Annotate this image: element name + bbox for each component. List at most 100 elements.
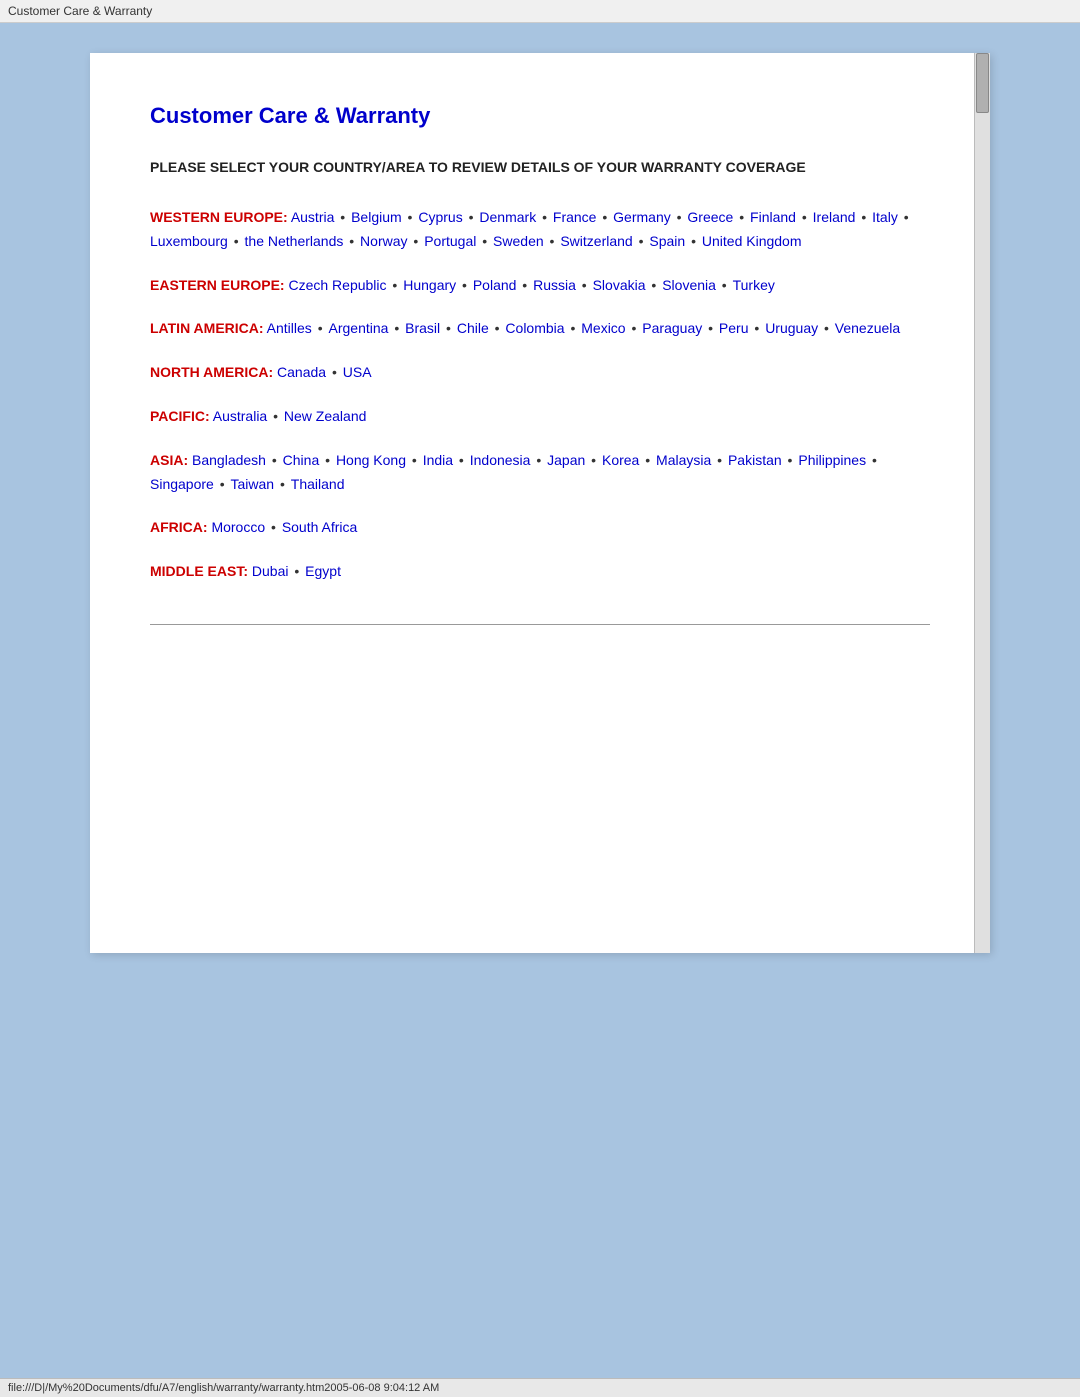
region-africa: AFRICA: Morocco • South Africa — [150, 516, 930, 540]
bullet: • — [648, 277, 661, 293]
country-link-taiwan[interactable]: Taiwan — [231, 476, 275, 492]
country-link-finland[interactable]: Finland — [750, 209, 796, 225]
country-link-uruguay[interactable]: Uruguay — [765, 320, 818, 336]
country-link-south-africa[interactable]: South Africa — [282, 519, 358, 535]
country-link-denmark[interactable]: Denmark — [479, 209, 536, 225]
instruction-text: PLEASE SELECT YOUR COUNTRY/AREA TO REVIE… — [150, 157, 930, 178]
country-link-new-zealand[interactable]: New Zealand — [284, 408, 367, 424]
country-link-brasil[interactable]: Brasil — [405, 320, 440, 336]
bullet: • — [389, 277, 402, 293]
bullet: • — [321, 452, 334, 468]
country-link-thailand[interactable]: Thailand — [291, 476, 345, 492]
bullet: • — [751, 320, 764, 336]
country-link-united-kingdom[interactable]: United Kingdom — [702, 233, 802, 249]
bullet: • — [268, 452, 281, 468]
title-bar-text: Customer Care & Warranty — [8, 4, 152, 18]
country-link-hungary[interactable]: Hungary — [403, 277, 456, 293]
region-middle-east: MIDDLE EAST: Dubai • Egypt — [150, 560, 930, 584]
country-link-usa[interactable]: USA — [343, 364, 372, 380]
bullet: • — [314, 320, 327, 336]
bullet: • — [628, 320, 641, 336]
country-link-india[interactable]: India — [423, 452, 453, 468]
country-link-greece[interactable]: Greece — [687, 209, 733, 225]
country-link-turkey[interactable]: Turkey — [733, 277, 775, 293]
country-link-morocco[interactable]: Morocco — [211, 519, 265, 535]
region-label-asia: ASIA: — [150, 452, 188, 468]
country-link-portugal[interactable]: Portugal — [424, 233, 476, 249]
bullet: • — [546, 233, 559, 249]
country-link-pakistan[interactable]: Pakistan — [728, 452, 782, 468]
country-link-sweden[interactable]: Sweden — [493, 233, 544, 249]
country-link-peru[interactable]: Peru — [719, 320, 749, 336]
scrollbar-thumb[interactable] — [976, 53, 989, 113]
country-link-poland[interactable]: Poland — [473, 277, 517, 293]
country-link-cyprus[interactable]: Cyprus — [418, 209, 462, 225]
bullet: • — [567, 320, 580, 336]
region-north-america: NORTH AMERICA: Canada • USA — [150, 361, 930, 385]
country-link-slovenia[interactable]: Slovenia — [662, 277, 716, 293]
country-link-malaysia[interactable]: Malaysia — [656, 452, 711, 468]
bullet: • — [641, 452, 654, 468]
scrollbar[interactable] — [974, 53, 990, 953]
country-link-switzerland[interactable]: Switzerland — [560, 233, 632, 249]
country-link-egypt[interactable]: Egypt — [305, 563, 341, 579]
country-link-korea[interactable]: Korea — [602, 452, 639, 468]
country-link-austria[interactable]: Austria — [291, 209, 335, 225]
country-link-germany[interactable]: Germany — [613, 209, 671, 225]
bullet: • — [336, 209, 349, 225]
country-link-the-netherlands[interactable]: the Netherlands — [245, 233, 344, 249]
country-link-antilles[interactable]: Antilles — [267, 320, 312, 336]
bullet: • — [635, 233, 648, 249]
country-link-luxembourg[interactable]: Luxembourg — [150, 233, 228, 249]
bullet: • — [458, 277, 471, 293]
country-link-argentina[interactable]: Argentina — [329, 320, 389, 336]
country-link-canada[interactable]: Canada — [277, 364, 326, 380]
title-bar: Customer Care & Warranty — [0, 0, 1080, 23]
bullet: • — [868, 452, 877, 468]
country-link-indonesia[interactable]: Indonesia — [470, 452, 531, 468]
country-link-singapore[interactable]: Singapore — [150, 476, 214, 492]
page-container: Customer Care & Warranty PLEASE SELECT Y… — [90, 53, 990, 953]
country-link-mexico[interactable]: Mexico — [581, 320, 625, 336]
bullet: • — [587, 452, 600, 468]
country-link-dubai[interactable]: Dubai — [252, 563, 289, 579]
country-link-chile[interactable]: Chile — [457, 320, 489, 336]
region-western-europe: WESTERN EUROPE: Austria • Belgium • Cypr… — [150, 206, 930, 254]
region-label-north-america: NORTH AMERICA: — [150, 364, 273, 380]
region-label-africa: AFRICA: — [150, 519, 208, 535]
country-link-japan[interactable]: Japan — [547, 452, 585, 468]
bullet: • — [328, 364, 341, 380]
page-title: Customer Care & Warranty — [150, 103, 930, 129]
country-link-bangladesh[interactable]: Bangladesh — [192, 452, 266, 468]
bullet: • — [857, 209, 870, 225]
bullet: • — [230, 233, 243, 249]
regions-container: WESTERN EUROPE: Austria • Belgium • Cypr… — [150, 206, 930, 584]
country-link-colombia[interactable]: Colombia — [505, 320, 564, 336]
bullet: • — [538, 209, 551, 225]
country-link-paraguay[interactable]: Paraguay — [642, 320, 702, 336]
country-link-france[interactable]: France — [553, 209, 597, 225]
country-link-hong-kong[interactable]: Hong Kong — [336, 452, 406, 468]
status-bar-url: file:///D|/My%20Documents/dfu/A7/english… — [8, 1382, 439, 1394]
bullet: • — [269, 408, 282, 424]
country-link-belgium[interactable]: Belgium — [351, 209, 402, 225]
bullet: • — [491, 320, 504, 336]
bullet: • — [465, 209, 478, 225]
country-link-ireland[interactable]: Ireland — [813, 209, 856, 225]
country-link-slovakia[interactable]: Slovakia — [593, 277, 646, 293]
country-link-china[interactable]: China — [283, 452, 320, 468]
bullet: • — [578, 277, 591, 293]
country-link-australia[interactable]: Australia — [213, 408, 267, 424]
country-link-spain[interactable]: Spain — [649, 233, 685, 249]
country-link-norway[interactable]: Norway — [360, 233, 407, 249]
bullet: • — [478, 233, 491, 249]
country-link-czech-republic[interactable]: Czech Republic — [288, 277, 386, 293]
country-link-philippines[interactable]: Philippines — [798, 452, 866, 468]
country-link-russia[interactable]: Russia — [533, 277, 576, 293]
region-pacific: PACIFIC: Australia • New Zealand — [150, 405, 930, 429]
country-link-venezuela[interactable]: Venezuela — [835, 320, 900, 336]
country-link-italy[interactable]: Italy — [872, 209, 898, 225]
bullet: • — [532, 452, 545, 468]
bullet: • — [410, 233, 423, 249]
region-label-middle-east: MIDDLE EAST: — [150, 563, 248, 579]
